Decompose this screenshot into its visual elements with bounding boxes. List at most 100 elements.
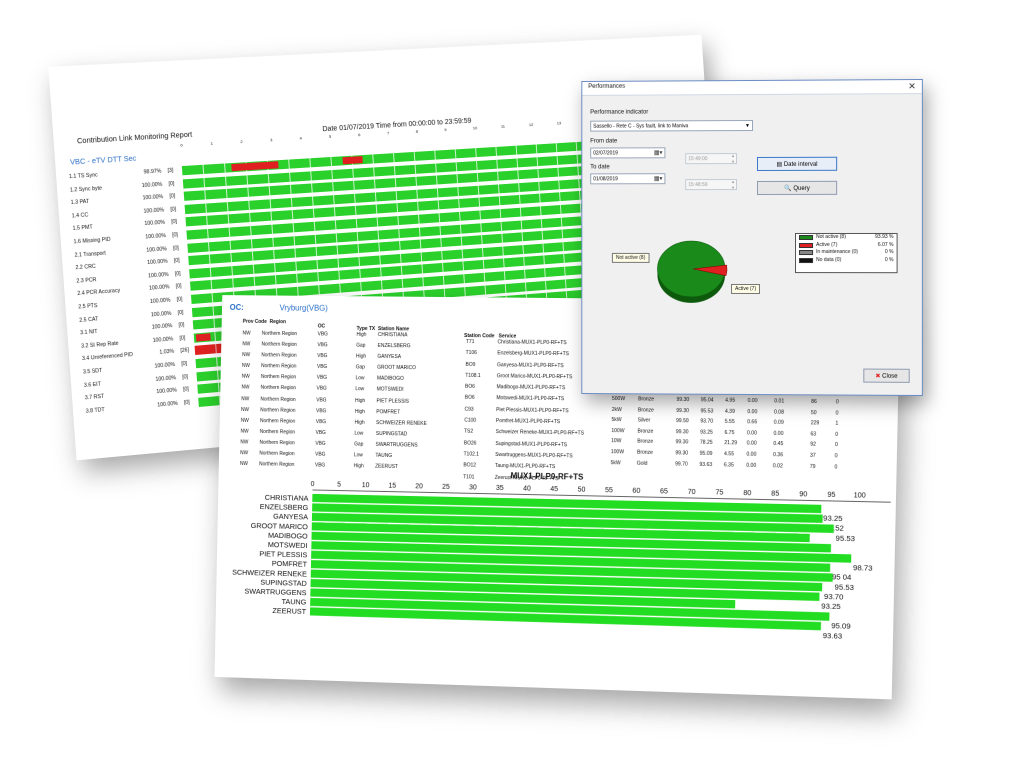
metric-g: 0 — [835, 431, 839, 438]
calendar-icon[interactable]: ▦▾ — [654, 148, 663, 159]
metric-f: 92 — [810, 441, 817, 449]
bar-value-label: 98.73 — [853, 563, 873, 573]
date-interval-button[interactable]: ▤ Date interval — [756, 156, 838, 171]
cell-service: Groot Marico-MUX1-PLP0-RF+TS — [496, 373, 573, 381]
close-button[interactable]: ✖ Close — [863, 368, 910, 383]
legend-label: Active (7) — [816, 241, 838, 248]
metric-power: 100W — [610, 449, 625, 456]
to-date-label: To date — [590, 164, 610, 171]
cell-oc: VBG — [316, 407, 327, 414]
row-percent: 100.00% — [154, 361, 176, 370]
cell-oc: VBG — [315, 429, 326, 436]
x-tick-label: 55 — [605, 487, 613, 494]
metric-g: 0 — [835, 399, 839, 406]
category-label: SCHWEIZER RENEKE — [232, 567, 307, 578]
hour-tick-label: 4 — [299, 135, 303, 141]
to-time-input[interactable]: 15:48:59 ▲ ▼ — [685, 179, 738, 191]
metric-c: 5.55 — [724, 418, 735, 426]
category-label: CHRISTIANA — [265, 493, 309, 503]
to-date-input[interactable]: 01/08/2019 ▦▾ — [590, 173, 666, 185]
metric-g: 0 — [835, 409, 839, 417]
fault-block — [342, 156, 363, 165]
to-time-value: 15:48:59 — [688, 182, 708, 189]
screenshot-stage: Contribution Link Monitoring Report Date… — [0, 0, 1024, 768]
metric-c: 4.95 — [725, 397, 736, 404]
cell-name: GROOT MARICO — [377, 364, 416, 372]
row-percent: 100.00% — [156, 387, 178, 396]
bar-value-label: 93.70 — [824, 592, 844, 602]
performances-dialog: Performances ✕ Performance indicator Sas… — [581, 78, 923, 397]
calendar-icon[interactable]: ▦▾ — [654, 174, 663, 185]
x-tick-label: 50 — [578, 487, 586, 494]
cell-code: BO12 — [463, 462, 477, 469]
metric-b: 93.63 — [699, 461, 713, 468]
cell-code: T101 — [463, 473, 475, 480]
metric-b: 93.70 — [700, 418, 714, 425]
cell-service: Pomfret-MUX1-PLP0-RF+TS — [495, 418, 561, 426]
x-tick-label: 5 — [337, 482, 341, 489]
metric-d: 0.66 — [747, 419, 758, 426]
legend-entry: No data (0) 0 % — [796, 257, 897, 265]
spinner-icon[interactable]: ▲ ▼ — [731, 153, 735, 165]
metric-f: 86 — [811, 398, 817, 406]
legend-swatch — [799, 234, 814, 241]
cell-service: Swartruggens-MUX1-PLP0-RF+TS — [495, 451, 573, 460]
metric-power: 5kW — [611, 417, 622, 424]
legend-swatch — [799, 242, 814, 248]
cell-region: Northern Region — [261, 341, 297, 348]
from-time-input[interactable]: 15:49:00 ▲ ▼ — [685, 153, 738, 165]
metric-d: 0.00 — [746, 451, 757, 458]
x-tick-label: 20 — [415, 483, 423, 490]
category-label: ZEERUST — [272, 606, 306, 616]
query-button[interactable]: 🔍 Query — [756, 180, 838, 195]
x-tick-label: 60 — [632, 488, 640, 495]
from-date-label: From date — [590, 138, 618, 145]
legend-value: 93.93 % — [875, 233, 894, 241]
metric-c: 4.55 — [723, 451, 735, 458]
from-date-input[interactable]: 02/07/2019 ▦▾ — [590, 147, 666, 159]
cell-name: MOTSWEDI — [376, 386, 404, 394]
metric-a: 99.70 — [675, 460, 688, 468]
metric-power: 10W — [611, 438, 622, 445]
cell-service: Ganyesa-MUX1-PLP0-RF+TS — [496, 361, 564, 369]
row-percent: 100.00% — [152, 335, 174, 344]
cell-region: Northern Region — [259, 428, 296, 436]
spinner-icon[interactable]: ▲ ▼ — [731, 179, 735, 191]
cell-code: T106 — [465, 350, 478, 357]
row-percent: 100.00% — [151, 323, 173, 331]
cell-type: High — [356, 331, 367, 338]
pie-callout-active: Active (7) — [731, 283, 761, 295]
x-tick-label: 25 — [442, 484, 450, 491]
x-tick-label: 90 — [799, 491, 807, 498]
metric-e: 0.00 — [773, 430, 784, 437]
cell-prov: NW — [240, 428, 249, 435]
close-icon[interactable]: ✕ — [908, 81, 916, 92]
legend-value: 0 % — [884, 249, 894, 256]
date-interval-icon: ▤ — [776, 161, 784, 168]
metric-a: 99.30 — [675, 439, 689, 446]
cell-name: TAUNG — [375, 452, 393, 460]
cell-oc: VBG — [317, 353, 328, 360]
cell-oc: VBG — [316, 364, 328, 371]
hour-tick-label: 3 — [269, 137, 273, 143]
metric-f: 79 — [809, 463, 816, 470]
cell-prov: NW — [241, 395, 250, 402]
category-label: PIET PLESSIS — [259, 549, 307, 559]
metric-a: 99.50 — [675, 418, 689, 425]
row-percent: 100.00% — [150, 310, 172, 318]
cell-region: Northern Region — [260, 396, 296, 403]
cell-type: High — [354, 419, 365, 426]
cell-code: BO6 — [464, 383, 475, 391]
cell-code: T71 — [465, 339, 475, 346]
hour-tick-label: 0 — [180, 142, 183, 148]
x-tick-label: 80 — [743, 490, 751, 497]
row-percent: 100.00% — [148, 284, 170, 293]
hour-tick-label: 7 — [386, 130, 390, 136]
perf-indicator-select[interactable]: Sassello - Rete C - Sys fault, link to M… — [590, 119, 753, 132]
hour-tick-label: 8 — [415, 128, 419, 134]
cell-name: ENZELSBERG — [377, 343, 411, 350]
cell-region: Northern Region — [259, 417, 296, 425]
cell-type: Gap — [354, 441, 364, 448]
row-percent: 100.00% — [147, 258, 169, 267]
cell-type: Low — [353, 452, 363, 459]
